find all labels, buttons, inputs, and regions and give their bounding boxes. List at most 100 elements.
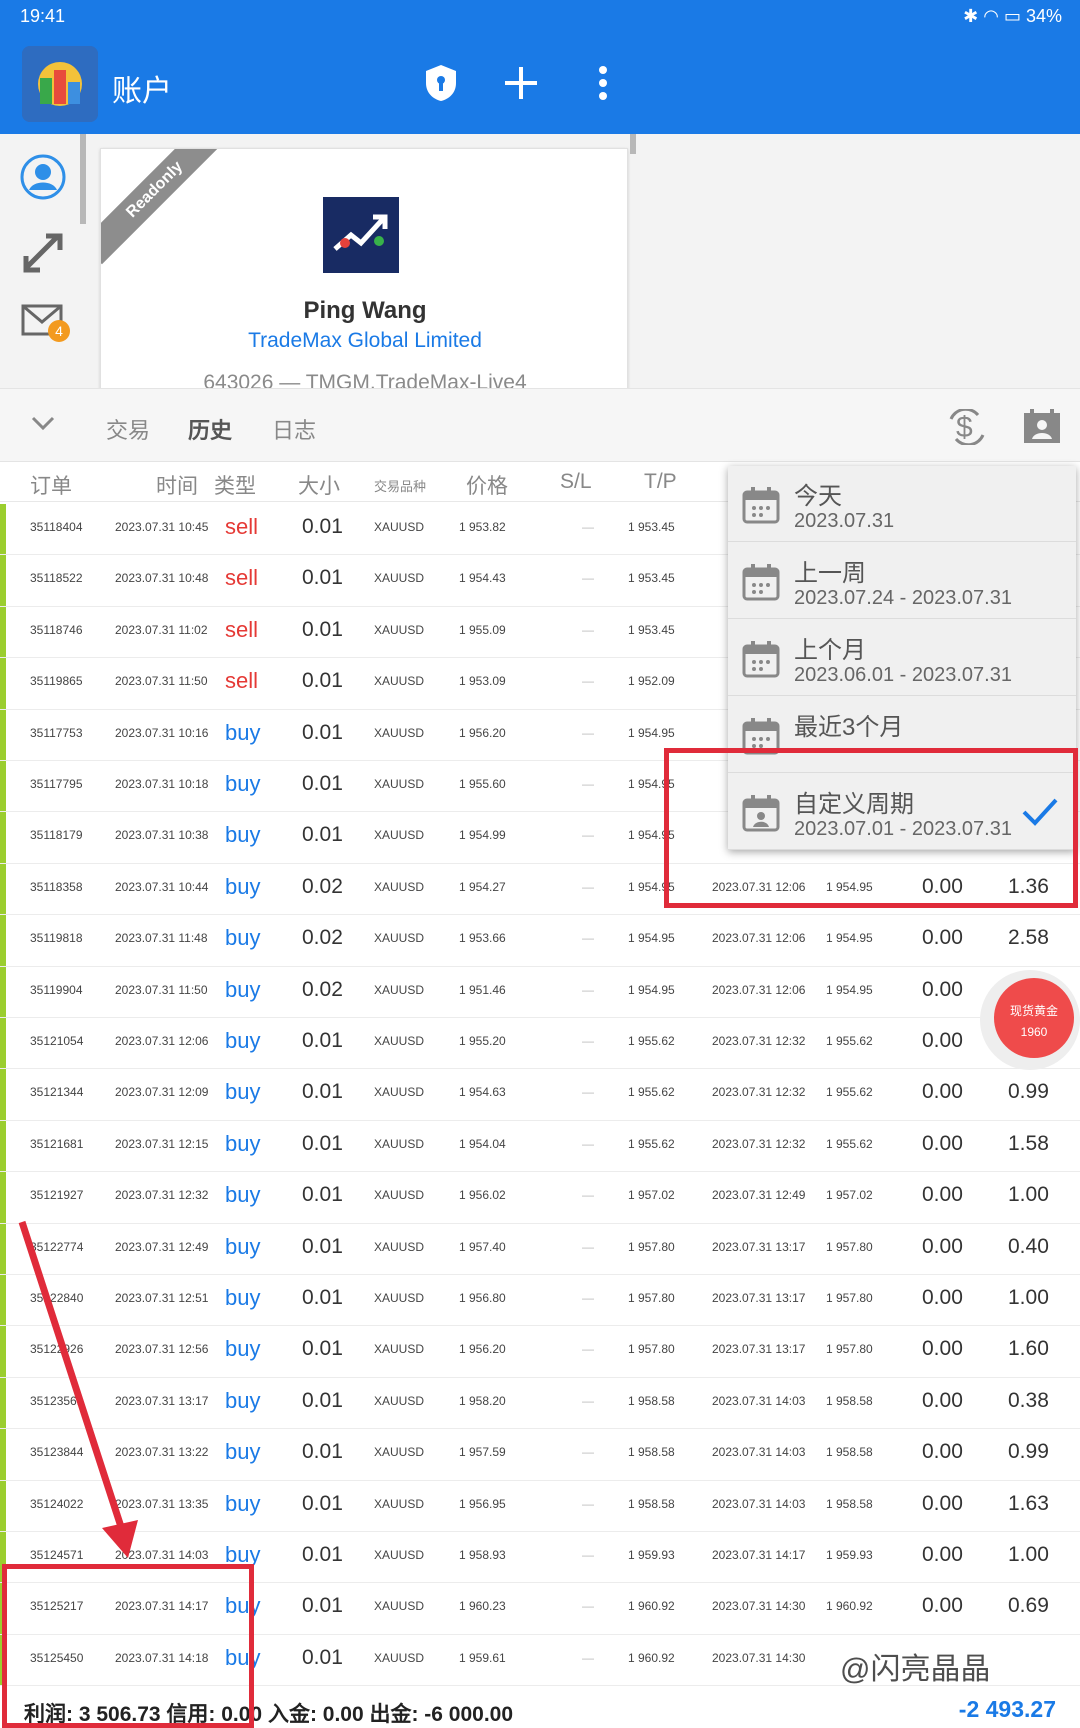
cell-symbol: XAUUSD	[374, 1188, 425, 1203]
sl-dash-icon: —	[582, 1445, 594, 1460]
sl-dash-icon: —	[582, 1548, 594, 1562]
cell-size: 0.01	[302, 1183, 343, 1207]
row-status-bar	[0, 1377, 6, 1429]
cell-open-time: 2023.07.31 12:06	[115, 1034, 209, 1048]
app-screen: 19:41 ✱ ◠ ▭ 34% 账户 4 Readonly Ping Wang …	[0, 0, 1080, 1728]
row-status-bar	[0, 504, 6, 555]
cell-price: 1 956.20	[459, 1342, 506, 1357]
add-icon[interactable]	[496, 58, 546, 108]
cell-open-time: 2023.07.31 13:22	[115, 1445, 209, 1460]
mail-icon[interactable]: 4	[20, 298, 70, 344]
account-icon[interactable]	[20, 154, 66, 200]
card-scrollbar[interactable]	[630, 134, 636, 154]
annotation-box-profit	[2, 1564, 254, 1728]
cell-price: 1 954.99	[459, 828, 506, 843]
cell-price: 1 958.20	[459, 1393, 506, 1408]
cell-type: sell	[225, 565, 259, 591]
cell-tp: 1 960.92	[628, 1599, 675, 1614]
cell-profit: 1.63	[1008, 1491, 1049, 1515]
shield-icon[interactable]	[416, 58, 466, 108]
cell-close-price: 1 954.95	[826, 982, 873, 997]
cell-symbol: XAUUSD	[374, 674, 425, 689]
table-row[interactable]: 35121344 2023.07.31 12:09 buy 0.01 XAUUSD 1 9…	[0, 1069, 1080, 1121]
col-type[interactable]: 类型	[214, 470, 256, 500]
mail-badge: 4	[48, 320, 70, 342]
table-row[interactable]: 35121681 2023.07.31 12:15 buy 0.01 XAUUSD 1 9…	[0, 1120, 1080, 1173]
cell-profit: 1.00	[1008, 1543, 1049, 1566]
table-row[interactable]: 35123844 2023.07.31 13:22 buy 0.01 XAUUSD 1 9…	[0, 1429, 1080, 1481]
tab-history[interactable]: 历史	[188, 413, 232, 445]
col-price[interactable]: 价格	[466, 470, 508, 500]
row-status-bar	[0, 709, 6, 760]
row-status-bar	[0, 1120, 6, 1172]
cell-price: 1 958.93	[459, 1548, 506, 1562]
chevron-down-icon[interactable]	[30, 413, 56, 438]
cell-order: 35122774	[30, 1239, 84, 1254]
table-row[interactable]: 35122926 2023.07.31 12:56 buy 0.01 XAUUSD 1 9…	[0, 1326, 1080, 1378]
status-right: ✱ ◠ ▭ 34%	[963, 6, 1062, 27]
cell-open-time: 2023.07.31 11:50	[115, 674, 208, 689]
cell-order: 35119865	[30, 674, 83, 689]
account-card[interactable]: Readonly Ping Wang TradeMax Global Limit…	[100, 148, 628, 398]
cell-swap: 0.00	[922, 1491, 963, 1515]
gold-quote-button[interactable]: 现货黄金 1960	[980, 970, 1080, 1070]
col-tp[interactable]: T/P	[644, 470, 677, 494]
cell-tp: 1 958.58	[628, 1393, 675, 1408]
col-symbol[interactable]: 交易品种	[374, 476, 426, 495]
deposit-icon[interactable]: $	[948, 407, 986, 450]
cell-profit: 1.00	[1008, 1183, 1049, 1207]
cell-close-price: 1 954.95	[826, 931, 873, 946]
cell-close-price: 1 957.02	[826, 1188, 873, 1203]
col-sl[interactable]: S/L	[560, 470, 592, 494]
table-row[interactable]: 35121054 2023.07.31 12:06 buy 0.01 XAUUSD 1 9…	[0, 1018, 1080, 1070]
cell-size: 0.01	[302, 1440, 343, 1464]
table-row[interactable]: 35121927 2023.07.31 12:32 buy 0.01 XAUUSD 1 9…	[0, 1172, 1080, 1224]
cell-open-time: 2023.07.31 10:18	[115, 777, 209, 791]
cell-profit: 1.60	[1008, 1337, 1049, 1361]
custom-period-icon[interactable]	[1022, 407, 1062, 450]
cell-close-time: 2023.07.31 14:03	[712, 1496, 806, 1511]
more-options-icon[interactable]	[578, 58, 628, 108]
sl-dash-icon: —	[582, 1393, 594, 1408]
table-row[interactable]: 35119904 2023.07.31 11:50 buy 0.02 XAUUSD 1 9…	[0, 966, 1080, 1018]
row-status-bar	[0, 1326, 6, 1377]
cell-order: 35118746	[30, 622, 83, 637]
period-option[interactable]: 今天 2023.07.31	[728, 466, 1076, 542]
cell-close-price: 1 960.92	[826, 1599, 873, 1614]
table-row[interactable]: 35124022 2023.07.31 13:35 buy 0.01 XAUUSD 1 9…	[0, 1480, 1080, 1532]
row-status-bar	[0, 1223, 6, 1274]
cell-type: buy	[225, 822, 261, 848]
cell-swap: 0.00	[922, 926, 963, 950]
tabs-bar: 交易 历史 日志 $	[0, 388, 1080, 462]
tab-trade[interactable]: 交易	[106, 413, 150, 445]
cell-size: 0.01	[302, 1645, 343, 1669]
cell-type: buy	[225, 1079, 261, 1105]
cell-close-time: 2023.07.31 12:32	[712, 1085, 806, 1100]
cell-tp: 1 953.45	[628, 520, 675, 534]
metatrader-logo-icon[interactable]	[22, 46, 98, 122]
period-option-range: 2023.06.01 - 2023.07.31	[794, 664, 1012, 686]
trade-arrows-icon[interactable]	[20, 230, 66, 276]
row-status-bar	[0, 1069, 6, 1120]
col-order[interactable]: 订单	[30, 470, 72, 500]
cell-size: 0.01	[302, 1234, 343, 1258]
cell-close-time: 2023.07.31 14:17	[712, 1548, 806, 1562]
calendar-day-icon	[742, 486, 780, 524]
table-row[interactable]: 35119818 2023.07.31 11:48 buy 0.02 XAUUSD 1 9…	[0, 915, 1080, 967]
sl-dash-icon: —	[582, 931, 594, 946]
cell-symbol: XAUUSD	[374, 571, 425, 586]
table-row[interactable]: 35122840 2023.07.31 12:51 buy 0.01 XAUUSD 1 9…	[0, 1275, 1080, 1327]
period-option[interactable]: 上一周 2023.07.24 - 2023.07.31	[728, 543, 1076, 619]
battery-icon: ▭	[1003, 6, 1021, 26]
col-size[interactable]: 大小	[298, 470, 340, 500]
period-option[interactable]: 上个月 2023.06.01 - 2023.07.31	[728, 620, 1076, 696]
cell-symbol: XAUUSD	[374, 622, 425, 637]
tab-journal[interactable]: 日志	[272, 413, 316, 445]
cell-order: 35122840	[30, 1291, 84, 1305]
cell-close-price: 1 957.80	[826, 1239, 873, 1254]
table-row[interactable]: 35123561 2023.07.31 13:17 buy 0.01 XAUUSD 1 9…	[0, 1377, 1080, 1430]
cell-open-time: 2023.07.31 10:38	[115, 828, 209, 843]
cell-close-time: 2023.07.31 13:17	[712, 1291, 806, 1305]
table-row[interactable]: 35122774 2023.07.31 12:49 buy 0.01 XAUUSD 1 9…	[0, 1223, 1080, 1275]
col-time[interactable]: 时间	[156, 470, 198, 500]
